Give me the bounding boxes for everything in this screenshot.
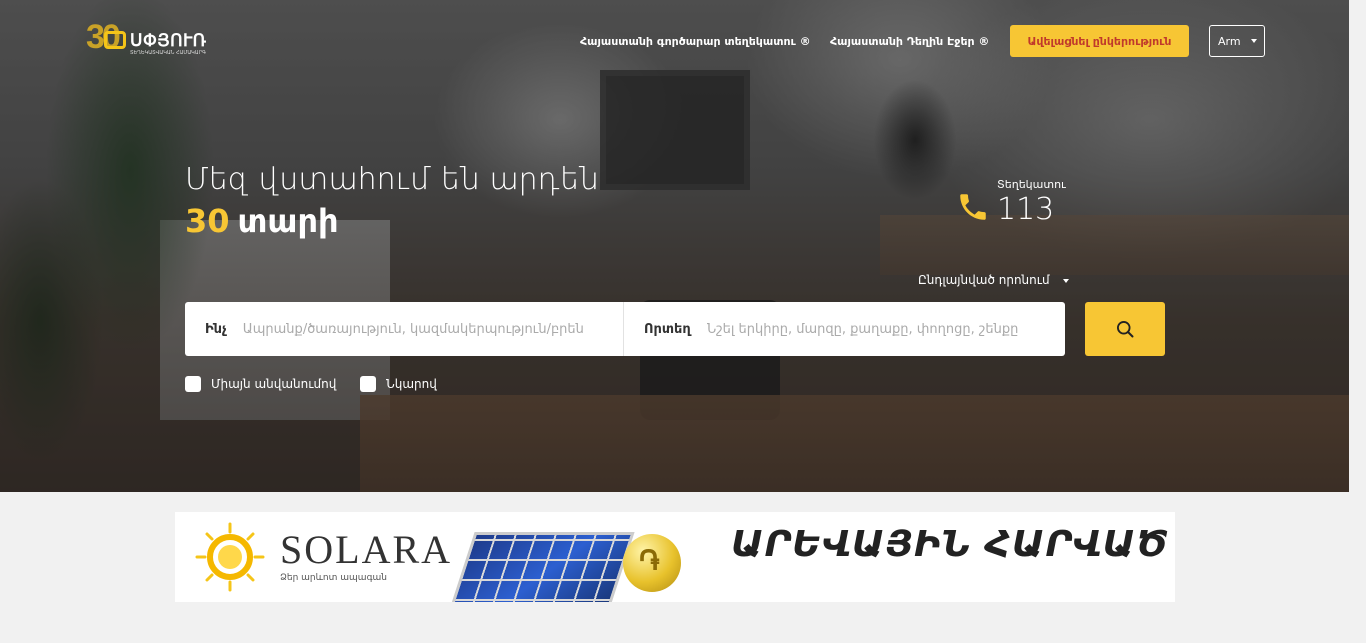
logo-name: ՍՓՅՈՒՌ xyxy=(130,31,207,50)
add-company-button[interactable]: Ավելացնել ընկերություն xyxy=(1010,25,1189,57)
site-logo[interactable]: 30 ՍՓՅՈՒՌ ՏԵՂԵԿԱՏՎԱԿԱՆ ՀԱՄԱԿԱՐԳ xyxy=(86,18,207,60)
hero-years-number: 30 xyxy=(185,202,230,240)
what-input[interactable] xyxy=(242,321,623,337)
banner-brand: SOLARA xyxy=(280,527,453,572)
search-bar: Ինչ Որտեղ xyxy=(185,302,1065,356)
hero-headline: Մեզ վստահում են արդեն xyxy=(185,162,599,197)
what-field: Ինչ xyxy=(185,302,624,356)
filter-name-only[interactable]: Միայն անվանումով xyxy=(185,376,336,392)
hero-section: 30 ՍՓՅՈՒՌ ՏԵՂԵԿԱՏՎԱԿԱՆ ՀԱՄԱԿԱՐԳ Հայաստան… xyxy=(0,0,1349,492)
chevron-down-icon xyxy=(1063,278,1070,283)
nav-business-directory[interactable]: Հայաստանի գործարար տեղեկատու ® xyxy=(580,35,811,48)
solar-panel-image xyxy=(445,532,635,602)
filter-with-photo-label: Նկարով xyxy=(386,377,437,391)
info-label: Տեղեկատու xyxy=(997,178,1066,191)
language-value: Arm xyxy=(1218,34,1241,48)
hero-subheadline: 30 տարի xyxy=(185,202,339,240)
what-label: Ինչ xyxy=(205,321,227,337)
dram-symbol: ֏ xyxy=(639,544,660,577)
with-photo-checkbox[interactable] xyxy=(360,376,376,392)
advanced-search-label: Ընդլայնված որոնում xyxy=(918,273,1050,287)
name-only-checkbox[interactable] xyxy=(185,376,201,392)
where-field: Որտեղ xyxy=(624,302,1065,356)
hero-years-word: տարի xyxy=(237,202,339,240)
chevron-down-icon xyxy=(1250,39,1257,43)
search-button[interactable] xyxy=(1085,302,1165,356)
banner-tagline: Ձեր արևոտ ապագան xyxy=(280,573,387,583)
advanced-search-toggle[interactable]: Ընդլայնված որոնում xyxy=(918,273,1070,287)
sun-logo-icon xyxy=(195,522,265,592)
logo-badge-icon xyxy=(104,31,126,49)
language-select[interactable]: Arm xyxy=(1209,25,1265,57)
nav-yellow-pages[interactable]: Հայաստանի Դեղին Էջեր ® xyxy=(830,35,989,48)
search-icon xyxy=(1117,321,1134,338)
where-label: Որտեղ xyxy=(644,321,691,337)
where-input[interactable] xyxy=(706,321,1065,337)
info-number: 113 xyxy=(997,192,1055,227)
hero-overlay xyxy=(0,0,1349,492)
filter-name-only-label: Միայն անվանումով xyxy=(211,377,337,391)
logo-tagline: ՏԵՂԵԿԱՏՎԱԿԱՆ ՀԱՄԱԿԱՐԳ xyxy=(130,50,206,56)
banner-headline: ԱՐԵՎԱՅԻՆ ՀԱՐՎԱԾ xyxy=(731,524,1169,565)
phone-icon xyxy=(960,194,986,220)
dram-coin-image: ֏ xyxy=(623,534,681,592)
filter-with-photo[interactable]: Նկարով xyxy=(360,376,437,392)
ad-banner[interactable]: SOLARA Ձեր արևոտ ապագան ֏ ԱՐԵՎԱՅԻՆ ՀԱՐՎԱ… xyxy=(175,512,1175,602)
